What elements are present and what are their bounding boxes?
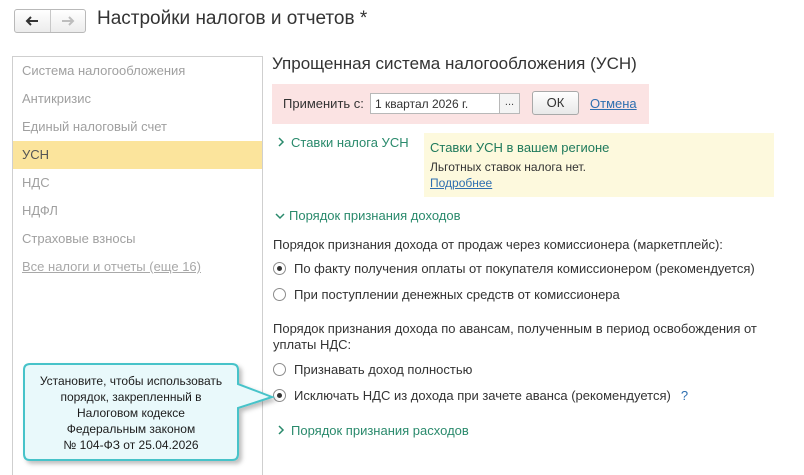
income-group-header[interactable]: Порядок признания доходов [275,208,461,223]
sidebar-item-anticrisis[interactable]: Антикризис [13,85,262,113]
radio-label: Признавать доход полностью [294,362,473,377]
apply-label: Применить с: [283,96,364,111]
rates-info-title: Ставки УСН в вашем регионе [430,140,610,155]
callout-text: Установите, чтобы использовать порядок, … [30,373,232,453]
forward-button[interactable] [51,10,86,32]
radio-checked[interactable] [273,262,286,275]
radio-option-exclude-vat[interactable]: Исключать НДС из дохода при зачете аванс… [273,388,688,403]
back-button[interactable] [15,10,51,32]
chevron-right-icon [277,135,291,150]
expense-group-label: Порядок признания расходов [291,423,469,438]
callout-line: Установите, чтобы использовать [39,374,223,388]
callout-line: порядок, закрепленный в [60,390,202,404]
section-title: Упрощенная система налогообложения (УСН) [272,54,637,73]
sidebar-item-ndfl[interactable]: НДФЛ [13,197,262,225]
callout-line: № 104-ФЗ от 25.04.2026 [63,438,199,452]
advance-question-line2: уплаты НДС: [273,337,352,352]
rates-more-link[interactable]: Подробнее [430,176,492,190]
radio-label: По факту получения оплаты от покупателя … [294,261,755,276]
sidebar-item-tax-system[interactable]: Система налогообложения [13,57,262,85]
rates-group-label: Ставки налога УСН [291,135,409,150]
help-icon[interactable]: ? [681,388,688,403]
rates-group-header[interactable]: Ставки налога УСН [277,135,409,150]
arrow-left-icon [25,16,39,26]
radio-unchecked[interactable] [273,288,286,301]
radio-option-commissioner-funds[interactable]: При поступлении денежных средств от коми… [273,287,620,302]
sidebar-item-insurance[interactable]: Страховые взносы [13,225,262,253]
radio-label: Исключать НДС из дохода при зачете аванс… [294,388,671,403]
arrow-right-icon [61,16,75,26]
marketplace-question: Порядок признания дохода от продаж через… [273,237,723,252]
radio-option-full-income[interactable]: Признавать доход полностью [273,362,472,377]
sidebar-item-single-tax-account[interactable]: Единый налоговый счет [13,113,262,141]
ok-button[interactable]: ОК [532,91,579,115]
income-group-label: Порядок признания доходов [289,208,461,223]
period-picker-button[interactable]: ... [500,93,520,114]
navigation-buttons [14,9,86,33]
apply-period-input[interactable] [370,93,500,114]
sidebar-item-usn[interactable]: УСН [13,141,262,169]
callout-line: Налоговом кодексе [77,406,185,420]
sidebar-item-all-taxes[interactable]: Все налоги и отчеты (еще 16) [13,253,262,281]
radio-option-commissioner-payment[interactable]: По факту получения оплаты от покупателя … [273,261,755,276]
radio-label: При поступлении денежных средств от коми… [294,287,620,302]
expense-group-header[interactable]: Порядок признания расходов [277,423,469,438]
callout-line: Федеральным законом [66,422,196,436]
page-title: Настройки налогов и отчетов * [97,8,368,29]
chevron-down-icon [275,208,289,223]
cancel-link[interactable]: Отмена [590,96,637,111]
advance-question-line1: Порядок признания дохода по авансам, пол… [273,321,757,336]
rates-info-text: Льготных ставок налога нет. [430,160,586,174]
sidebar-item-vat[interactable]: НДС [13,169,262,197]
